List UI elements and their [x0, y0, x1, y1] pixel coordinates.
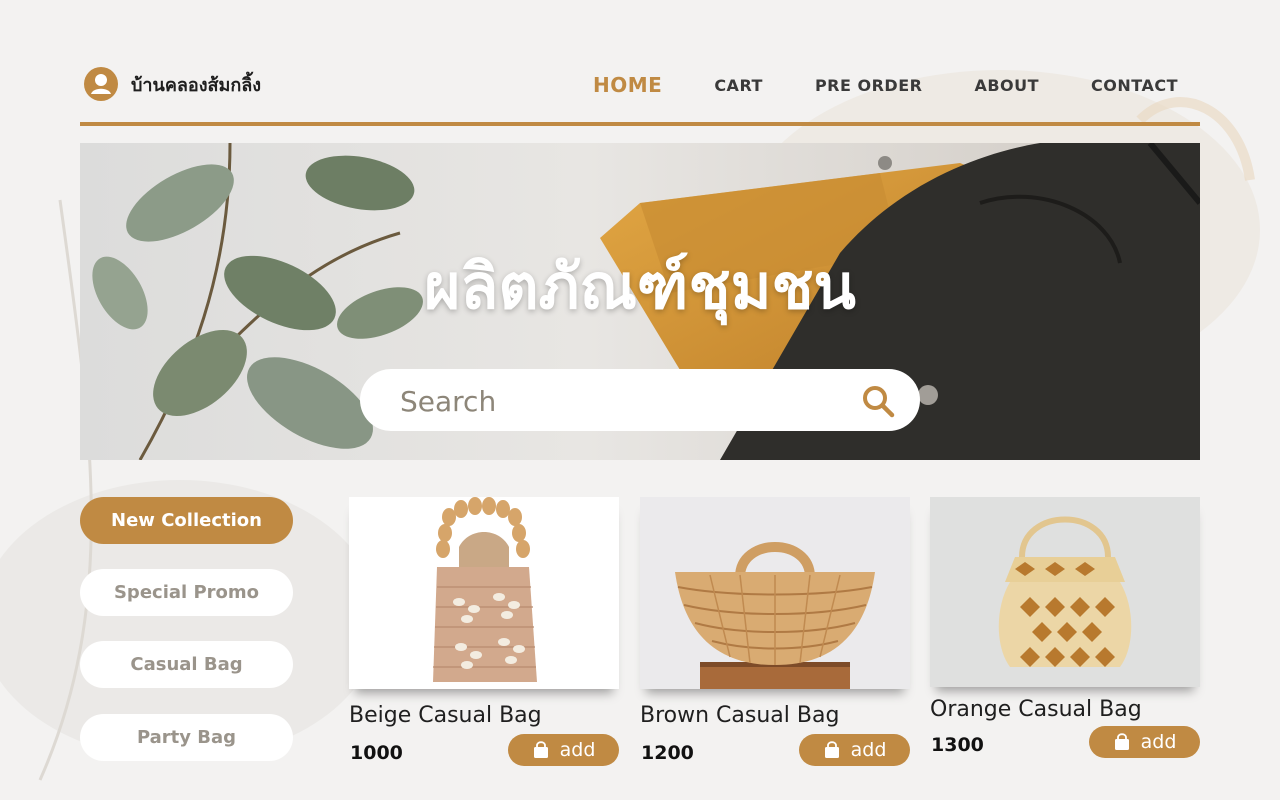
shopping-bag-icon — [824, 741, 839, 758]
product-card: Beige Casual Bag 1000 add — [349, 497, 619, 768]
search-input[interactable] — [398, 379, 842, 423]
product-card: Orange Casual Bag 1300 add — [930, 497, 1200, 760]
nav-home[interactable]: HOME — [593, 73, 662, 97]
category-special-promo[interactable]: Special Promo — [80, 569, 293, 616]
product-price: 1200 — [641, 742, 694, 764]
add-label: add — [1140, 731, 1177, 753]
nav-pre-order[interactable]: PRE ORDER — [815, 76, 923, 95]
product-image[interactable] — [930, 497, 1200, 687]
nav-contact[interactable]: CONTACT — [1091, 76, 1178, 95]
add-to-cart-button[interactable]: add — [799, 734, 910, 766]
product-card: Brown Casual Bag 1200 add — [640, 497, 910, 768]
add-to-cart-button[interactable]: add — [1089, 726, 1200, 758]
product-name[interactable]: Brown Casual Bag — [640, 703, 910, 728]
add-label: add — [559, 739, 596, 761]
nav-about[interactable]: ABOUT — [974, 76, 1039, 95]
user-icon — [84, 67, 118, 101]
shopping-bag-icon — [1114, 733, 1129, 750]
product-name[interactable]: Orange Casual Bag — [930, 697, 1200, 722]
add-to-cart-button[interactable]: add — [508, 734, 619, 766]
header-divider — [80, 122, 1200, 126]
product-image[interactable] — [640, 497, 910, 689]
product-price: 1300 — [931, 734, 984, 756]
shopping-bag-icon — [533, 741, 548, 758]
add-label: add — [850, 739, 887, 761]
category-party-bag[interactable]: Party Bag — [80, 714, 293, 761]
category-casual-bag[interactable]: Casual Bag — [80, 641, 293, 688]
hero-title: ผลิตภัณฑ์ชุมชน — [424, 250, 856, 323]
search-bar — [360, 369, 920, 431]
nav-cart[interactable]: CART — [714, 76, 763, 95]
main-nav: HOME CART PRE ORDER ABOUT CONTACT — [593, 73, 1178, 97]
brand[interactable]: บ้านคลองส้มกลิ้ง — [84, 67, 261, 101]
product-image[interactable] — [349, 497, 619, 689]
hero-banner: ผลิตภัณฑ์ชุมชน — [80, 143, 1200, 460]
product-name[interactable]: Beige Casual Bag — [349, 703, 619, 728]
search-icon[interactable] — [860, 383, 896, 419]
category-new-collection[interactable]: New Collection — [80, 497, 293, 544]
product-price: 1000 — [350, 742, 403, 764]
site-header: บ้านคลองส้มกลิ้ง HOME CART PRE ORDER ABO… — [80, 60, 1200, 124]
brand-name: บ้านคลองส้มกลิ้ง — [131, 74, 262, 96]
